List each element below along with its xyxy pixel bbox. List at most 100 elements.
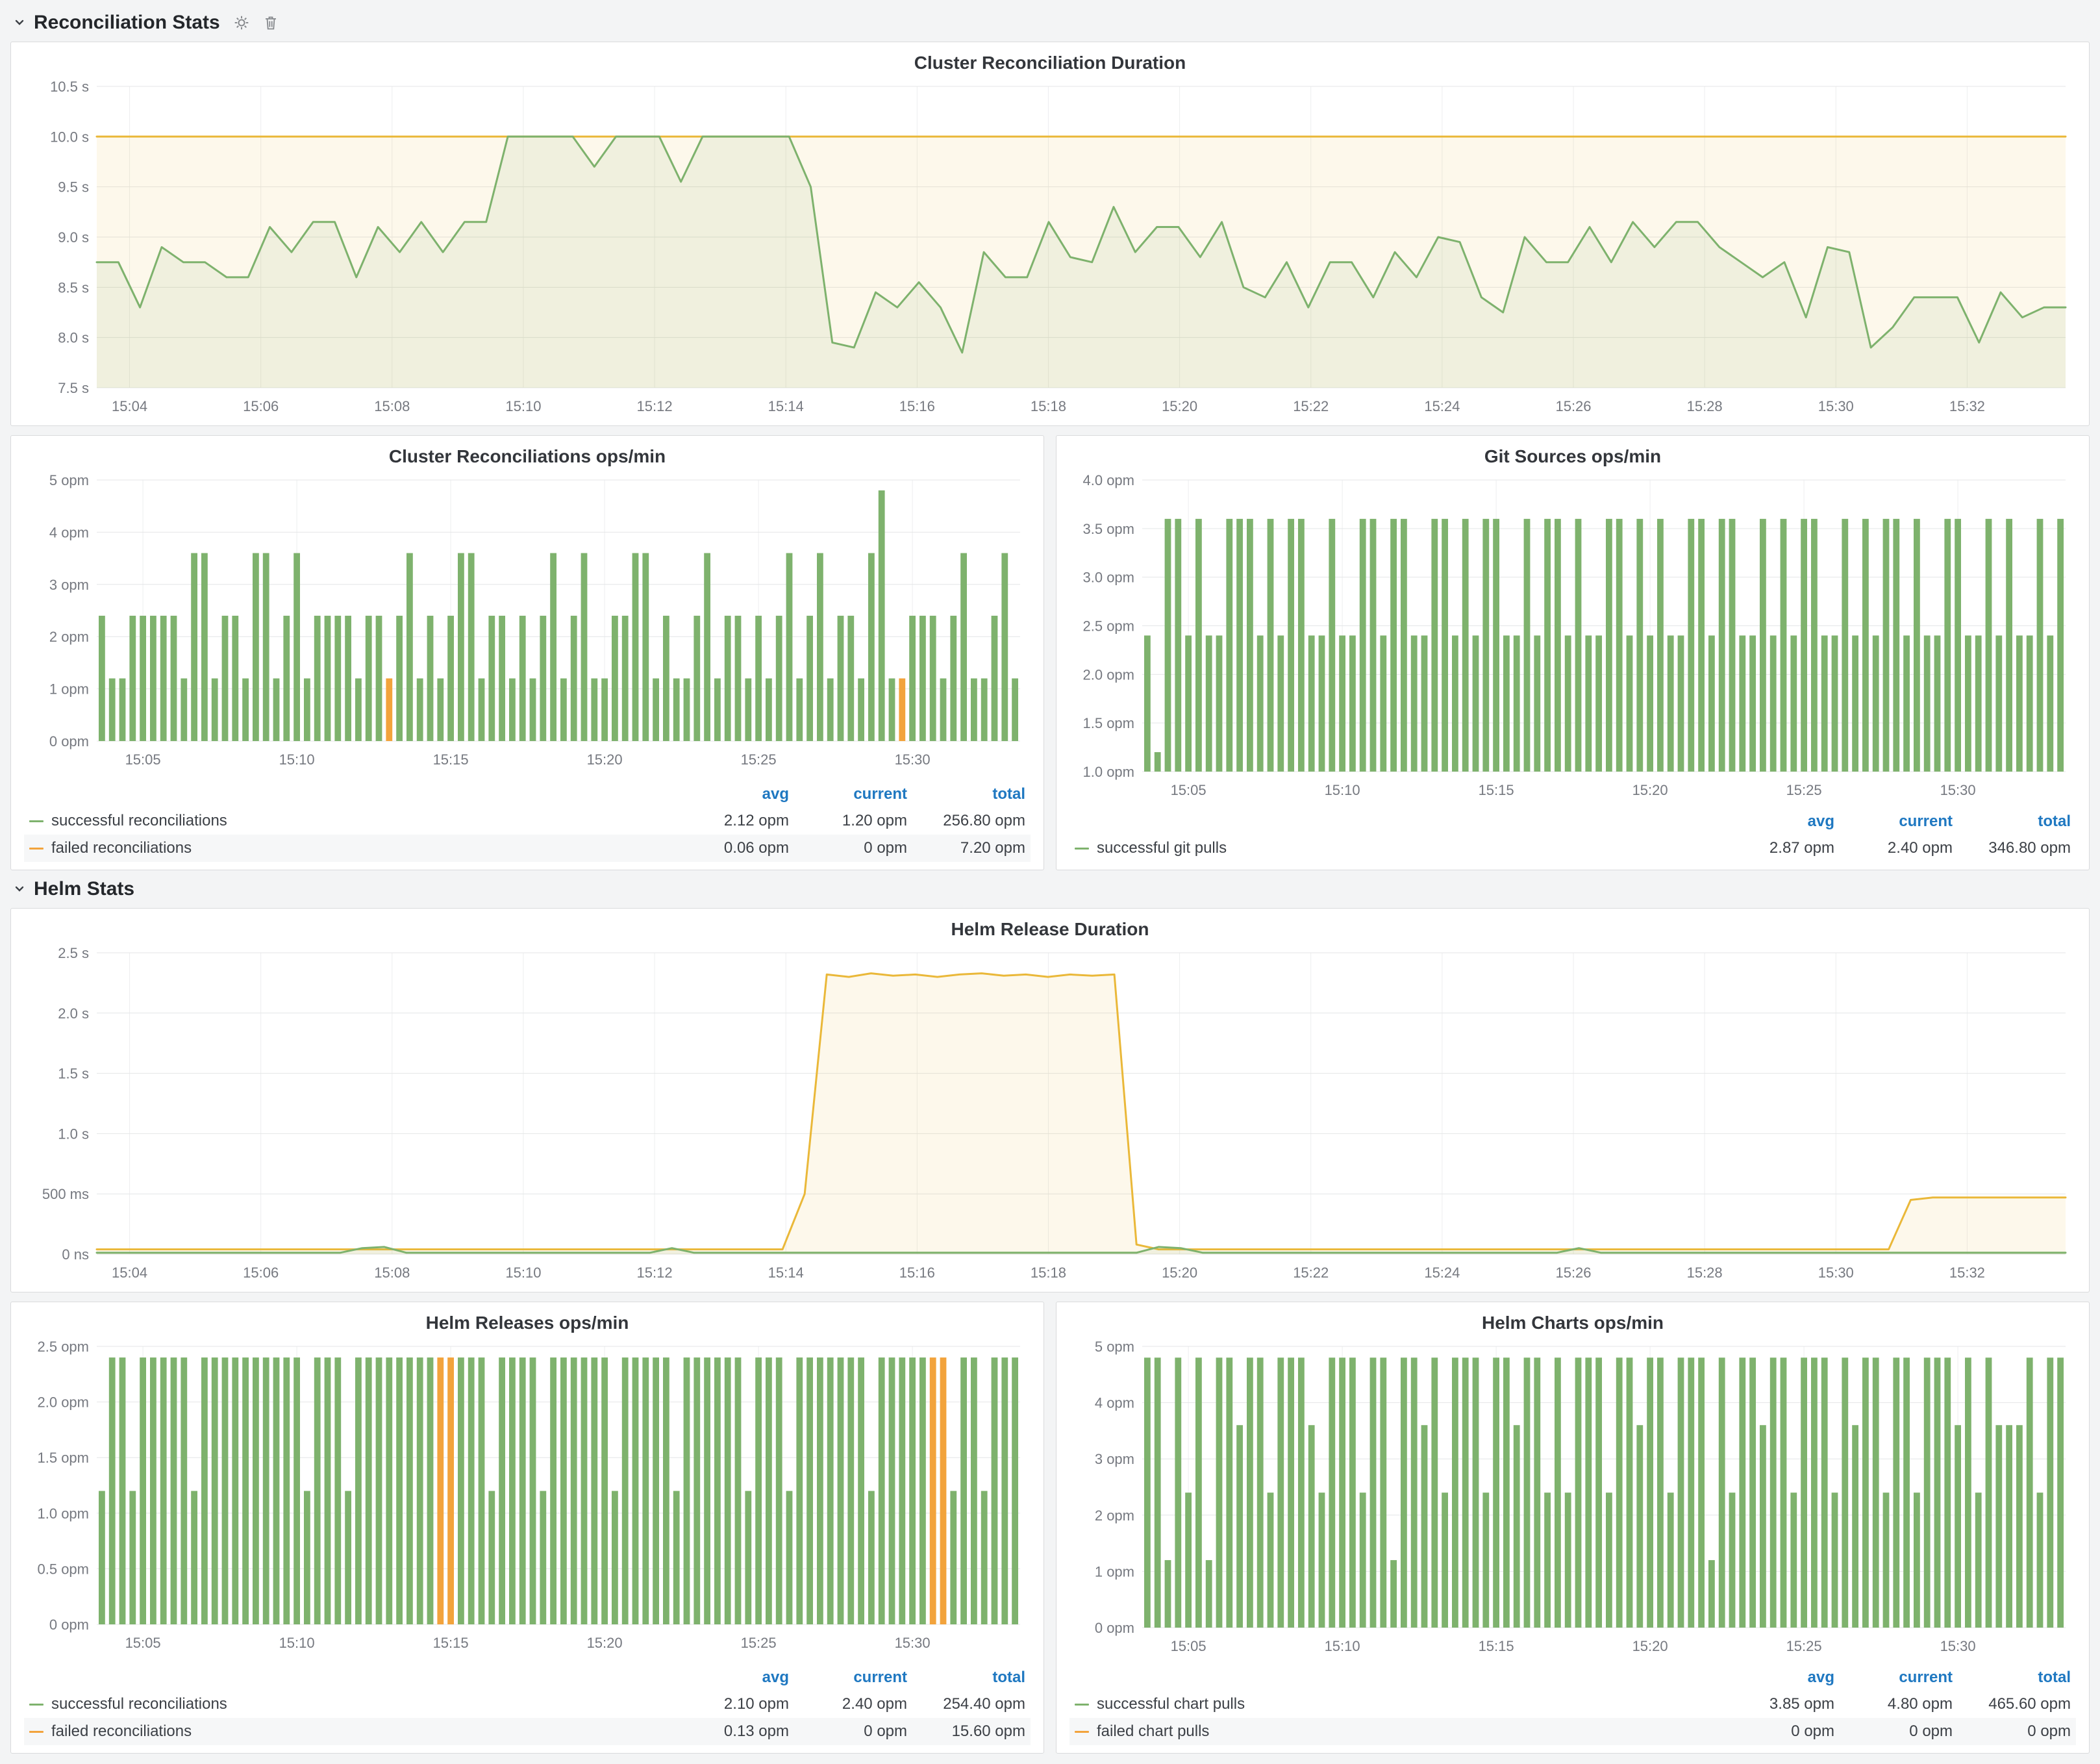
- svg-text:15:24: 15:24: [1424, 1265, 1460, 1281]
- legend-value: 254.40 opm: [907, 1695, 1025, 1713]
- legend-value: 2.12 opm: [671, 812, 789, 830]
- svg-text:2.5 s: 2.5 s: [58, 945, 89, 961]
- legend-header-avg[interactable]: avg: [1716, 1669, 1834, 1687]
- chart-git-sources-opm[interactable]: 15:0515:1015:1515:2015:2515:301.0 opm1.5…: [1066, 471, 2080, 807]
- chart-cluster-reconciliation-duration[interactable]: 15:0415:0615:0815:1015:1215:1415:1615:18…: [20, 77, 2080, 420]
- svg-text:15:20: 15:20: [587, 1635, 623, 1651]
- svg-text:15:04: 15:04: [112, 1265, 147, 1281]
- legend-series-name[interactable]: failed chart pulls: [1075, 1722, 1716, 1741]
- legend-value: 465.60 opm: [1953, 1695, 2071, 1713]
- panel-helm-release-duration: Helm Release Duration 15:0415:0615:0815:…: [10, 908, 2090, 1292]
- legend-value: 346.80 opm: [1953, 839, 2071, 857]
- section-title: Helm Stats: [34, 878, 134, 900]
- chart-helm-charts-opm[interactable]: 15:0515:1015:1515:2015:2515:300 opm1 opm…: [1066, 1337, 2080, 1663]
- svg-text:15:10: 15:10: [1325, 1638, 1360, 1654]
- svg-text:10.5 s: 10.5 s: [50, 79, 89, 95]
- svg-text:15:08: 15:08: [374, 1265, 410, 1281]
- svg-text:1.5 s: 1.5 s: [58, 1066, 89, 1082]
- svg-text:3 opm: 3 opm: [1095, 1451, 1134, 1467]
- section-header-helm-stats[interactable]: Helm Stats: [10, 873, 2090, 908]
- legend-header-current[interactable]: current: [1834, 813, 1953, 831]
- legend-value: 2.40 opm: [789, 1695, 907, 1713]
- chart-helm-release-duration[interactable]: 15:0415:0615:0815:1015:1215:1415:1615:18…: [20, 944, 2080, 1287]
- svg-text:1.0 opm: 1.0 opm: [1083, 764, 1135, 780]
- panel-title[interactable]: Helm Charts ops/min: [1066, 1309, 2080, 1337]
- legend: avgcurrenttotal successful reconciliation…: [20, 1663, 1034, 1748]
- legend-header-avg[interactable]: avg: [671, 1669, 789, 1687]
- svg-text:15:14: 15:14: [768, 398, 804, 414]
- svg-text:15:06: 15:06: [243, 398, 279, 414]
- legend-header-avg[interactable]: avg: [671, 785, 789, 803]
- legend-header-total[interactable]: total: [907, 785, 1025, 803]
- svg-text:15:10: 15:10: [279, 1635, 315, 1651]
- svg-text:15:20: 15:20: [587, 751, 623, 768]
- legend-header-current[interactable]: current: [1834, 1669, 1953, 1687]
- legend-series-name[interactable]: failed reconciliations: [29, 1722, 671, 1741]
- panel-title[interactable]: Helm Releases ops/min: [20, 1309, 1034, 1337]
- svg-text:5 opm: 5 opm: [1095, 1339, 1134, 1355]
- svg-text:3.5 opm: 3.5 opm: [1083, 521, 1135, 537]
- legend-value: 7.20 opm: [907, 839, 1025, 857]
- svg-text:15:20: 15:20: [1632, 1638, 1668, 1654]
- legend-header-total[interactable]: total: [1953, 813, 2071, 831]
- panel-cluster-reconciliation-duration: Cluster Reconciliation Duration 15:0415:…: [10, 42, 2090, 426]
- svg-text:15:12: 15:12: [637, 1265, 673, 1281]
- panel-title[interactable]: Cluster Reconciliation Duration: [20, 49, 2080, 77]
- svg-text:15:30: 15:30: [895, 751, 931, 768]
- svg-text:15:16: 15:16: [899, 398, 935, 414]
- legend-series-color-icon: [1075, 848, 1089, 850]
- svg-text:15:15: 15:15: [1479, 1638, 1514, 1654]
- panel-helm-charts-opm: Helm Charts ops/min 15:0515:1015:1515:20…: [1056, 1302, 2090, 1754]
- svg-text:15:15: 15:15: [433, 1635, 469, 1651]
- legend-value: 1.20 opm: [789, 812, 907, 830]
- svg-text:5 opm: 5 opm: [49, 472, 89, 488]
- legend-header-total[interactable]: total: [1953, 1669, 2071, 1687]
- panel-git-sources-opm: Git Sources ops/min 15:0515:1015:1515:20…: [1056, 435, 2090, 870]
- svg-text:2 opm: 2 opm: [49, 629, 89, 645]
- legend-series-name[interactable]: successful chart pulls: [1075, 1695, 1716, 1713]
- legend-row: successful chart pulls3.85 opm4.80 opm46…: [1069, 1691, 2076, 1718]
- svg-text:15:32: 15:32: [1949, 1265, 1985, 1281]
- panel-title[interactable]: Cluster Reconciliations ops/min: [20, 442, 1034, 471]
- panel-title[interactable]: Git Sources ops/min: [1066, 442, 2080, 471]
- svg-text:15:25: 15:25: [1786, 782, 1822, 798]
- svg-text:15:30: 15:30: [1940, 782, 1976, 798]
- legend-series-name[interactable]: successful reconciliations: [29, 1695, 671, 1713]
- svg-text:8.0 s: 8.0 s: [58, 330, 89, 346]
- legend-header-total[interactable]: total: [907, 1669, 1025, 1687]
- chart-helm-releases-opm[interactable]: 15:0515:1015:1515:2015:2515:300 opm0.5 o…: [20, 1337, 1034, 1663]
- legend-row: successful reconciliations2.12 opm1.20 o…: [24, 807, 1031, 835]
- legend-header-current[interactable]: current: [789, 785, 907, 803]
- legend-series-name[interactable]: failed reconciliations: [29, 839, 671, 857]
- gear-icon[interactable]: [233, 14, 250, 31]
- svg-text:4.0 opm: 4.0 opm: [1083, 472, 1135, 488]
- legend-value: 15.60 opm: [907, 1722, 1025, 1741]
- svg-text:15:10: 15:10: [505, 1265, 541, 1281]
- legend-series-name[interactable]: successful git pulls: [1075, 839, 1716, 857]
- svg-text:4 opm: 4 opm: [1095, 1395, 1134, 1411]
- trash-icon[interactable]: [263, 14, 279, 31]
- legend-header-avg[interactable]: avg: [1716, 813, 1834, 831]
- legend: avgcurrenttotal successful reconciliation…: [20, 780, 1034, 864]
- svg-text:15:24: 15:24: [1424, 398, 1460, 414]
- svg-text:15:05: 15:05: [1171, 782, 1206, 798]
- svg-text:15:25: 15:25: [741, 1635, 777, 1651]
- legend-series-name[interactable]: successful reconciliations: [29, 812, 671, 830]
- chart-cluster-reconciliations-opm[interactable]: 15:0515:1015:1515:2015:2515:300 opm1 opm…: [20, 471, 1034, 780]
- legend-value: 0.06 opm: [671, 839, 789, 857]
- svg-text:2.5 opm: 2.5 opm: [1083, 618, 1135, 635]
- svg-text:15:10: 15:10: [1325, 782, 1360, 798]
- svg-text:9.5 s: 9.5 s: [58, 179, 89, 195]
- svg-text:15:10: 15:10: [505, 398, 541, 414]
- svg-text:15:30: 15:30: [1818, 1265, 1854, 1281]
- svg-text:15:05: 15:05: [125, 751, 161, 768]
- panel-title[interactable]: Helm Release Duration: [20, 915, 2080, 944]
- legend: avgcurrenttotalsuccessful git pulls2.87 …: [1066, 807, 2080, 864]
- legend-value: 256.80 opm: [907, 812, 1025, 830]
- svg-text:15:22: 15:22: [1293, 398, 1329, 414]
- svg-text:2.0 opm: 2.0 opm: [38, 1394, 90, 1411]
- legend-header-current[interactable]: current: [789, 1669, 907, 1687]
- svg-text:9.0 s: 9.0 s: [58, 229, 89, 246]
- svg-text:0 opm: 0 opm: [49, 733, 89, 750]
- section-header-reconciliation-stats[interactable]: Reconciliation Stats: [10, 6, 2090, 42]
